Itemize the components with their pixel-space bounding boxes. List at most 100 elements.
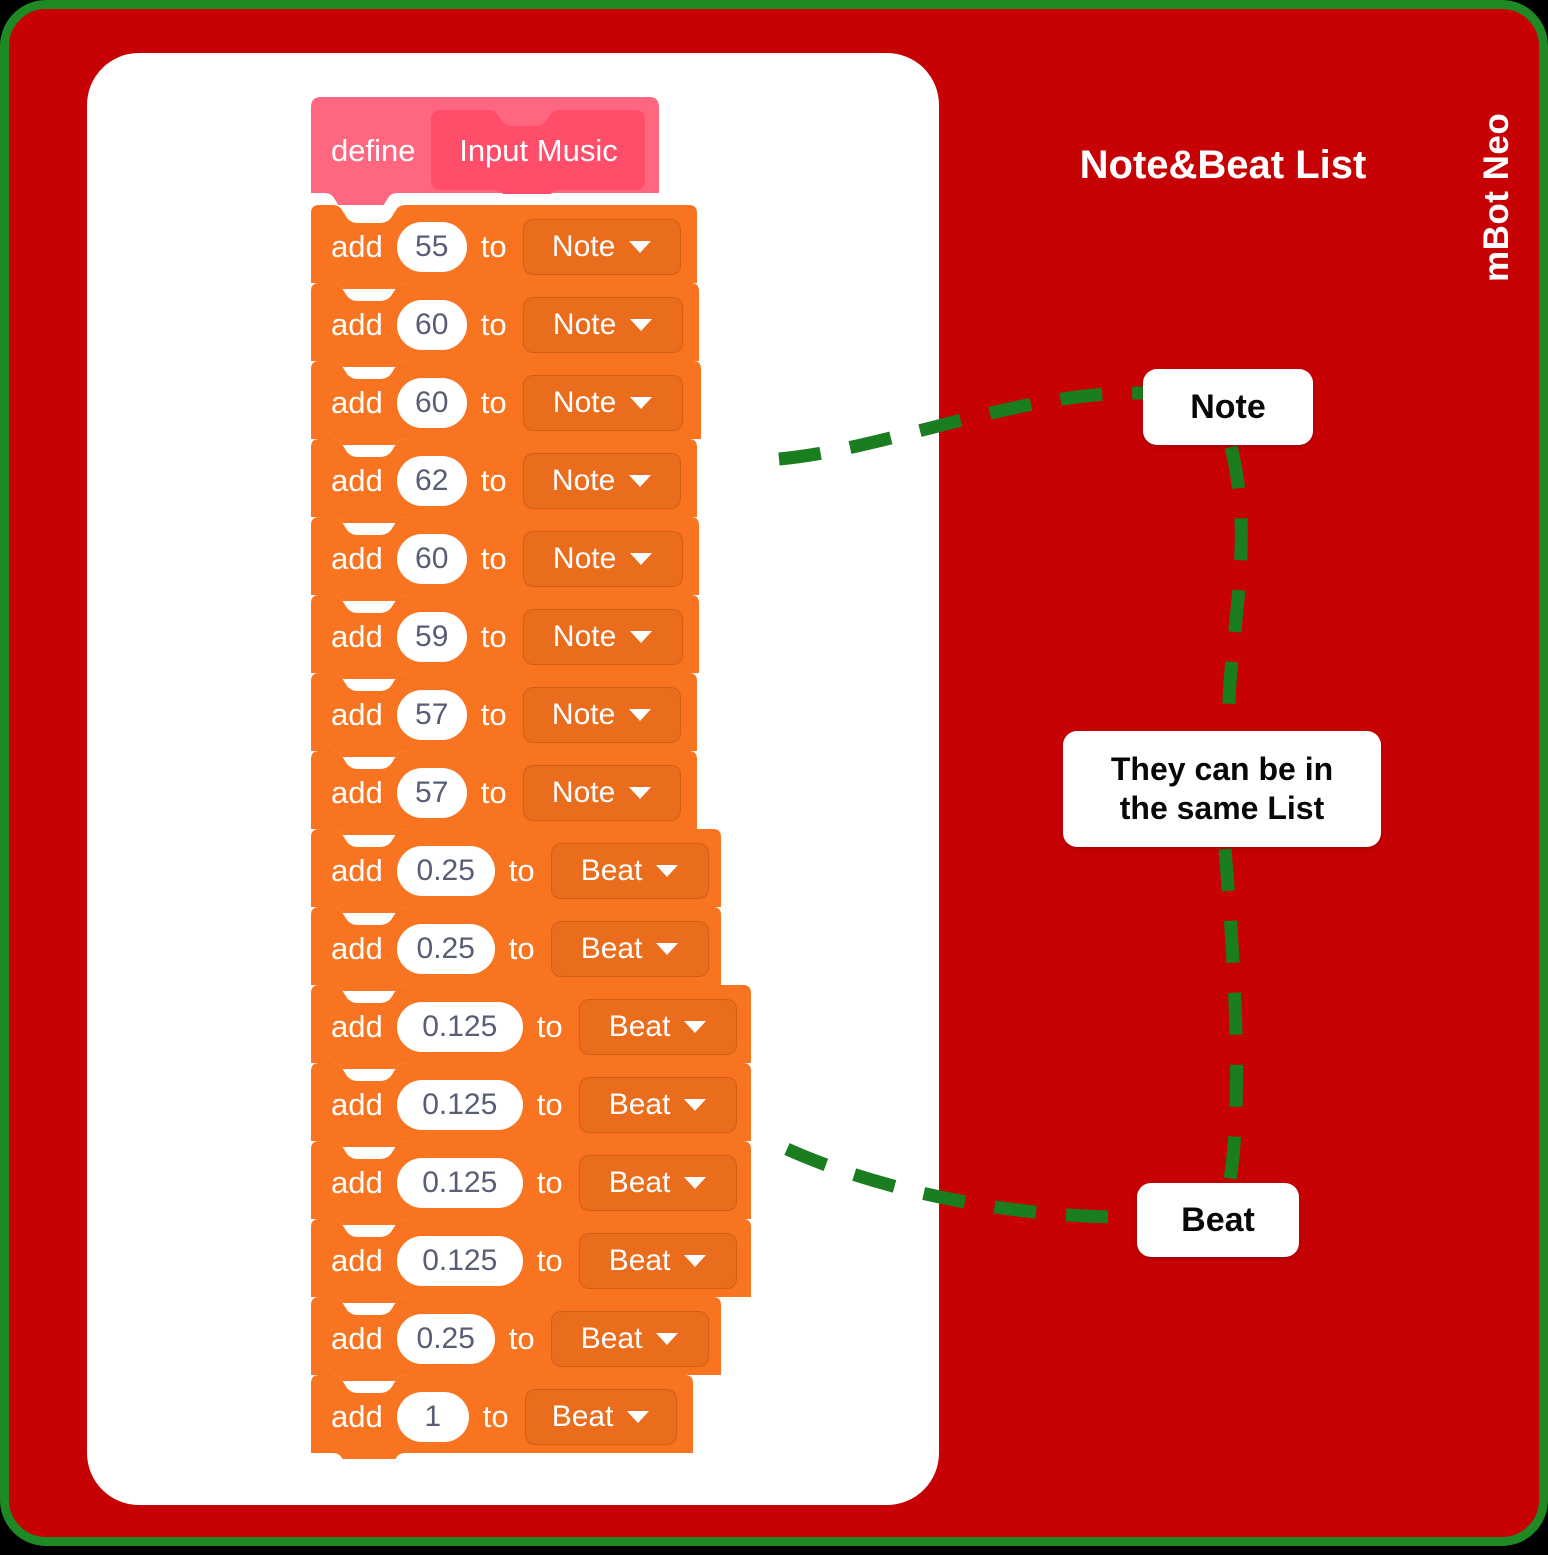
callout-note-label: Note [1143, 369, 1313, 445]
list-name-dropdown[interactable]: Note [522, 453, 681, 509]
add-to-list-block[interactable]: add 0.125 to Beat [311, 1063, 751, 1147]
chevron-down-icon [630, 631, 653, 643]
to-word-label: to [508, 931, 535, 966]
add-to-list-block[interactable]: add 59 to Note [311, 595, 699, 679]
block-row: add 57 to Note [311, 754, 681, 832]
add-verb-label: add [331, 1399, 383, 1434]
block-row: add 0.125 to Beat [311, 1222, 737, 1300]
add-to-list-block[interactable]: add 55 to Note [311, 205, 697, 289]
add-verb-label: add [331, 1087, 383, 1122]
list-name-label: Beat [580, 1322, 643, 1355]
define-keyword-label: define [331, 133, 416, 168]
value-input[interactable]: 60 [396, 300, 467, 350]
chevron-down-icon [629, 241, 652, 253]
value-input[interactable]: 55 [396, 222, 467, 272]
chevron-down-icon [684, 1021, 707, 1033]
list-name-dropdown[interactable]: Beat [578, 999, 737, 1055]
list-name-label: Note [552, 542, 617, 575]
add-to-list-block[interactable]: add 0.125 to Beat [311, 1219, 751, 1303]
add-verb-label: add [331, 541, 383, 576]
add-to-list-block[interactable]: add 0.25 to Beat [311, 907, 721, 991]
list-name-label: Beat [580, 854, 643, 887]
list-name-label: Note [552, 386, 617, 419]
value-input[interactable]: 0.125 [396, 1002, 523, 1052]
list-name-dropdown[interactable]: Note [522, 609, 683, 665]
add-to-list-block[interactable]: add 60 to Note [311, 517, 699, 601]
value-input[interactable]: 0.125 [396, 1236, 523, 1286]
value-input[interactable]: 57 [396, 690, 467, 740]
add-to-list-block[interactable]: add 0.125 to Beat [311, 985, 751, 1069]
poster-frame: mBot Neo Note&Beat List define Input Mus… [0, 0, 1548, 1546]
add-verb-label: add [331, 1165, 383, 1200]
chevron-down-icon [630, 397, 653, 409]
list-name-dropdown[interactable]: Note [522, 765, 681, 821]
list-name-dropdown[interactable]: Beat [550, 843, 709, 899]
value-input[interactable]: 62 [396, 456, 467, 506]
add-to-list-block[interactable]: add 0.25 to Beat [311, 1297, 721, 1381]
value-input[interactable]: 0.125 [396, 1158, 523, 1208]
list-name-label: Beat [608, 1010, 671, 1043]
callout-same-list-line1: They can be in [1110, 750, 1334, 787]
brand-label: mBot Neo [1477, 112, 1516, 282]
callout-beat-label: Beat [1137, 1183, 1299, 1257]
chevron-down-icon [629, 787, 652, 799]
list-name-dropdown[interactable]: Note [522, 687, 681, 743]
list-name-dropdown[interactable]: Beat [578, 1077, 737, 1133]
block-row: add 60 to Note [311, 364, 683, 442]
add-to-list-block[interactable]: add 62 to Note [311, 439, 697, 523]
add-to-list-block[interactable]: add 0.25 to Beat [311, 829, 721, 913]
to-word-label: to [480, 385, 507, 420]
list-name-dropdown[interactable]: Note [522, 297, 683, 353]
value-input[interactable]: 60 [396, 534, 467, 584]
add-verb-label: add [331, 229, 383, 264]
block-row: add 62 to Note [311, 442, 681, 520]
block-row: add 57 to Note [311, 676, 681, 754]
chevron-down-icon [684, 1177, 707, 1189]
define-hat-block[interactable]: define Input Music [311, 97, 659, 205]
add-verb-label: add [331, 1009, 383, 1044]
list-name-dropdown[interactable]: Beat [524, 1389, 677, 1445]
list-name-label: Note [551, 464, 616, 497]
add-verb-label: add [331, 931, 383, 966]
add-to-list-block[interactable]: add 60 to Note [311, 361, 701, 445]
list-name-dropdown[interactable]: Beat [550, 921, 709, 977]
add-to-list-block[interactable]: add 57 to Note [311, 751, 697, 835]
chevron-down-icon [630, 553, 653, 565]
value-input[interactable]: 0.25 [396, 846, 495, 896]
chevron-down-icon [656, 1333, 679, 1345]
to-word-label: to [480, 307, 507, 342]
page-title: Note&Beat List [1079, 143, 1367, 187]
list-name-dropdown[interactable]: Note [522, 375, 683, 431]
list-name-label: Beat [608, 1088, 671, 1121]
block-row: add 1 to Beat [311, 1378, 677, 1456]
add-to-list-block[interactable]: add 57 to Note [311, 673, 697, 757]
to-word-label: to [480, 775, 507, 810]
list-name-dropdown[interactable]: Beat [578, 1233, 737, 1289]
value-input[interactable]: 57 [396, 768, 467, 818]
list-name-dropdown[interactable]: Beat [550, 1311, 709, 1367]
value-input[interactable]: 0.125 [396, 1080, 523, 1130]
add-to-list-block[interactable]: add 0.125 to Beat [311, 1141, 751, 1225]
list-name-label: Note [551, 230, 616, 263]
list-name-dropdown[interactable]: Note [522, 219, 681, 275]
callout-same-list-line2: the same List [1119, 790, 1325, 826]
list-name-label: Note [551, 776, 616, 809]
chevron-down-icon [684, 1255, 707, 1267]
value-input[interactable]: 60 [396, 378, 467, 428]
value-input[interactable]: 1 [396, 1392, 469, 1442]
add-to-list-block[interactable]: add 60 to Note [311, 283, 699, 367]
to-word-label: to [482, 1399, 509, 1434]
add-verb-label: add [331, 1321, 383, 1356]
block-row: add 60 to Note [311, 520, 683, 598]
value-input[interactable]: 0.25 [396, 1314, 495, 1364]
list-name-dropdown[interactable]: Note [522, 531, 683, 587]
value-input[interactable]: 0.25 [396, 924, 495, 974]
procedure-prototype-block[interactable]: Input Music [431, 108, 646, 194]
add-to-list-block[interactable]: add 1 to Beat [311, 1375, 693, 1459]
to-word-label: to [508, 853, 535, 888]
block-row: add 59 to Note [311, 598, 683, 676]
block-row: add 0.25 to Beat [311, 910, 709, 988]
value-input[interactable]: 59 [396, 612, 467, 662]
chevron-down-icon [630, 319, 653, 331]
list-name-dropdown[interactable]: Beat [578, 1155, 737, 1211]
